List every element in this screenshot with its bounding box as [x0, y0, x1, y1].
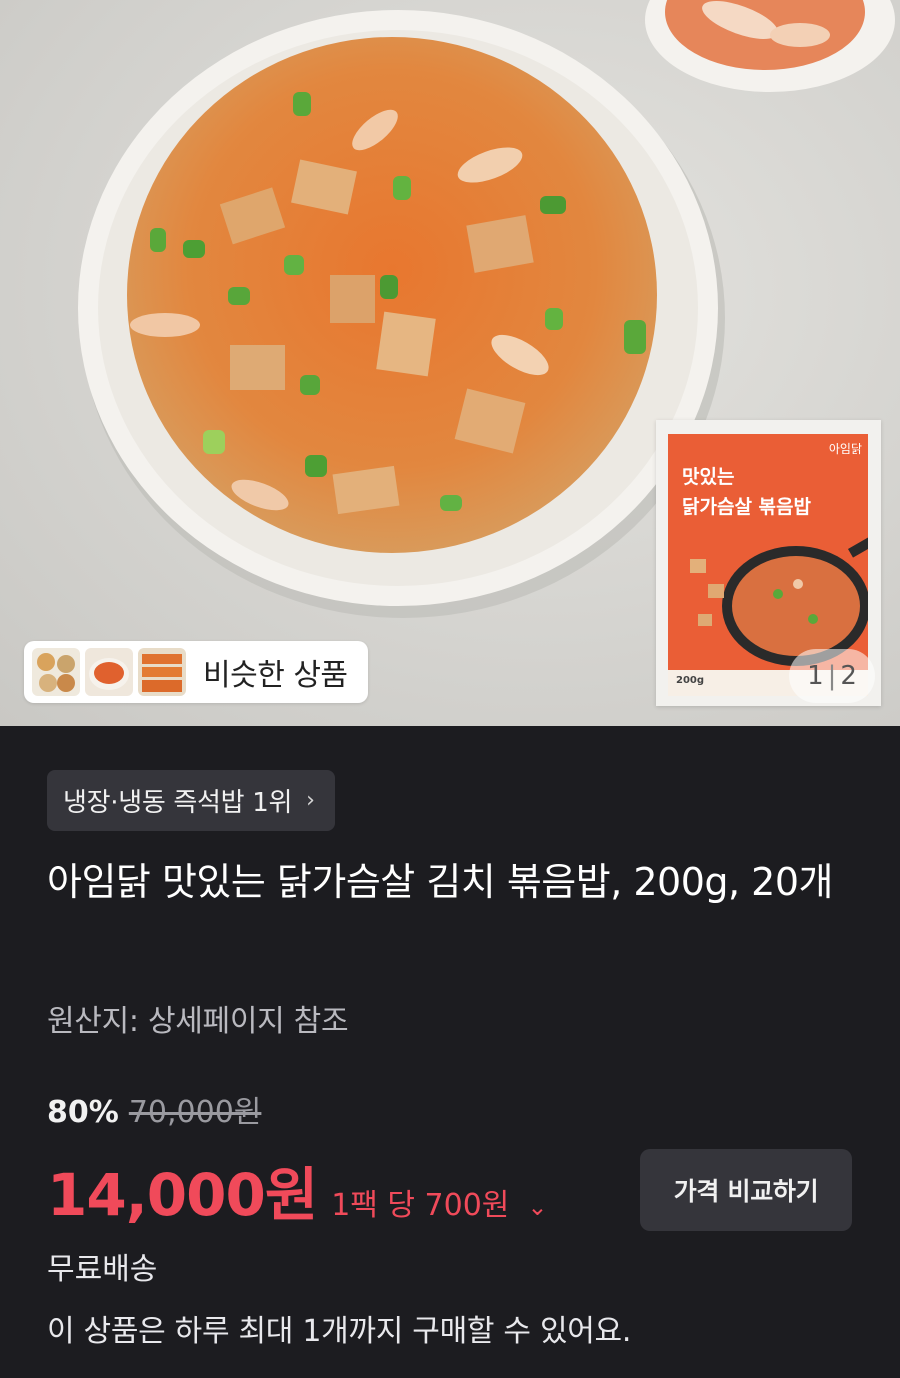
unit-price[interactable]: 1팩 당 700원	[331, 1180, 509, 1224]
origin-info: 원산지: 상세페이지 참조	[47, 1004, 349, 1039]
similar-products-button[interactable]: 비슷한 상품	[24, 641, 368, 703]
purchase-limit-notice: 이 상품은 하루 최대 1개까지 구매할 수 있어요.	[47, 1314, 632, 1349]
pager-total: 2	[840, 661, 857, 691]
product-title: 아임닭 맛있는 닭가슴살 김치 볶음밥, 200g, 20개	[47, 860, 834, 904]
chevron-right-icon: ›	[306, 788, 315, 813]
shipping-info: 무료배송	[47, 1252, 158, 1287]
discount-row: 80% 70,000원	[47, 1087, 261, 1131]
similar-product-thumb	[85, 648, 133, 696]
original-price: 70,000원	[128, 1095, 262, 1130]
price-row: 14,000원 1팩 당 700원 ⌄	[47, 1148, 548, 1232]
sale-price: 14,000원	[47, 1161, 318, 1229]
similar-product-thumb	[32, 648, 80, 696]
compare-price-button[interactable]: 가격 비교하기	[640, 1149, 852, 1231]
category-ranking-label: 냉장·냉동 즉석밥 1위	[63, 788, 293, 818]
pager-current: 1	[807, 661, 824, 691]
discount-rate: 80%	[47, 1095, 119, 1130]
similar-product-thumb	[138, 648, 186, 696]
product-image-gallery[interactable]: 비슷한 상품 아임닭 맛있는 닭가슴살 볶음밥 200g 1 | 2	[0, 0, 900, 726]
pager-separator: |	[827, 661, 837, 691]
package-weight: 200g	[676, 675, 705, 686]
image-pager: 1 | 2	[789, 649, 875, 703]
similar-products-label: 비슷한 상품	[203, 658, 348, 693]
chevron-down-icon[interactable]: ⌄	[527, 1193, 547, 1221]
category-ranking-chip[interactable]: 냉장·냉동 즉석밥 1위 ›	[47, 770, 335, 831]
